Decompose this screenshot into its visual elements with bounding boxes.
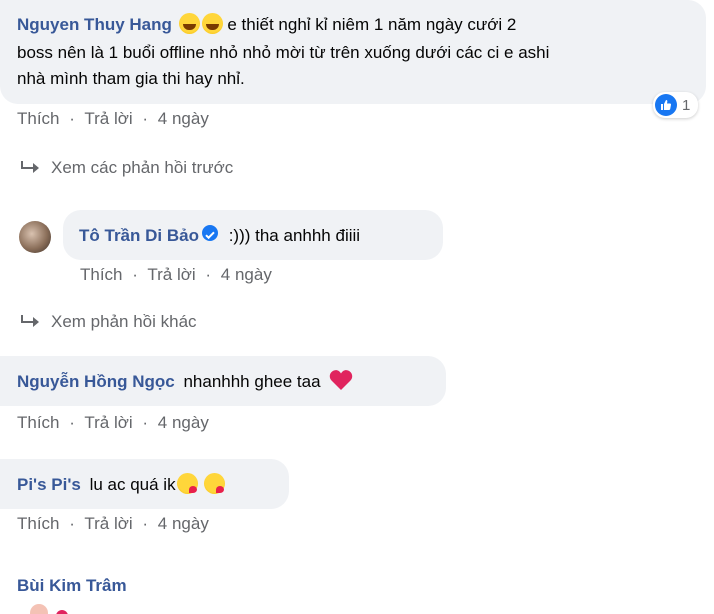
separator: · <box>132 265 138 284</box>
separator: · <box>142 514 149 533</box>
like-link[interactable]: Thích <box>17 514 60 533</box>
comment-bubble: Tô Trần Di Bảo :))) tha anhhh điiii <box>63 210 443 260</box>
reply-arrow-icon <box>21 161 39 173</box>
laughing-emoji-icon <box>178 13 200 34</box>
view-other-replies-label: Xem phản hồi khác <box>51 312 197 331</box>
view-previous-replies-link[interactable]: Xem các phản hồi trước <box>21 158 233 178</box>
comment-bubble: Pi's Pi's lu ac quá ik <box>0 459 289 509</box>
separator: · <box>69 413 75 432</box>
comment-actions: Thích · Trả lời · 4 ngày <box>17 514 209 534</box>
heart-icon <box>330 370 353 390</box>
laughing-emoji-icon <box>201 13 223 34</box>
comment-bubble: Nguyen Thuy Hang e thiết nghỉ kỉ niêm 1 … <box>0 0 706 104</box>
separator: · <box>142 109 149 128</box>
comment-actions: Thích · Trả lời · 4 ngày <box>17 413 209 433</box>
separator: · <box>142 413 149 432</box>
separator: · <box>69 109 75 128</box>
comment-text: nhanhhh ghee taa <box>183 372 321 391</box>
view-other-replies-link[interactable]: Xem phản hồi khác <box>21 312 197 332</box>
comment-text: :))) tha anhhh điiii <box>228 226 361 245</box>
separator: · <box>205 265 212 284</box>
comment-actions: Thích · Trả lời · 4 ngày <box>17 109 209 129</box>
comment-actions: Thích · Trả lời · 4 ngày <box>80 265 272 285</box>
like-link[interactable]: Thích <box>17 109 60 128</box>
comment-author[interactable]: Nguyen Thuy Hang <box>17 15 172 34</box>
kiss-emoji-icon <box>176 473 198 494</box>
like-icon <box>655 94 677 116</box>
like-link[interactable]: Thích <box>80 265 123 284</box>
separator: · <box>69 514 75 533</box>
comment-text: e thiết nghỉ kỉ niêm 1 năm ngày cưới 2 <box>227 15 517 34</box>
comment-bubble: Nguyễn Hồng Ngọc nhanhhh ghee taa <box>0 356 446 406</box>
timestamp[interactable]: 4 ngày <box>158 109 209 128</box>
like-link[interactable]: Thích <box>17 413 60 432</box>
comment-text: nhà mình tham gia thi hay nhỉ. <box>17 69 245 88</box>
comment-author[interactable]: Pi's Pi's <box>17 475 81 494</box>
timestamp[interactable]: 4 ngày <box>158 514 209 533</box>
timestamp[interactable]: 4 ngày <box>221 265 272 284</box>
avatar[interactable] <box>19 221 51 253</box>
emoji-row-partial <box>30 604 90 614</box>
reply-link[interactable]: Trả lời <box>84 109 132 128</box>
reaction-count: 1 <box>682 96 691 114</box>
reply-arrow-icon <box>21 315 39 327</box>
reply-link[interactable]: Trả lời <box>147 265 195 284</box>
timestamp[interactable]: 4 ngày <box>158 413 209 432</box>
reaction-count-badge[interactable]: 1 <box>653 92 699 118</box>
comment-author[interactable]: Tô Trần Di Bảo <box>79 226 199 245</box>
comment-text: lu ac quá ik <box>89 475 176 494</box>
comment-author[interactable]: Nguyễn Hồng Ngọc <box>17 372 175 391</box>
reply-link[interactable]: Trả lời <box>84 413 132 432</box>
comment-author[interactable]: Bùi Kim Trâm <box>17 576 127 595</box>
reply-link[interactable]: Trả lời <box>84 514 132 533</box>
view-previous-replies-label: Xem các phản hồi trước <box>51 158 234 177</box>
kiss-emoji-icon <box>204 473 226 494</box>
verified-badge-icon <box>201 225 218 241</box>
comment-text: boss nên là 1 buổi offline nhỏ nhỏ mời t… <box>17 43 550 62</box>
